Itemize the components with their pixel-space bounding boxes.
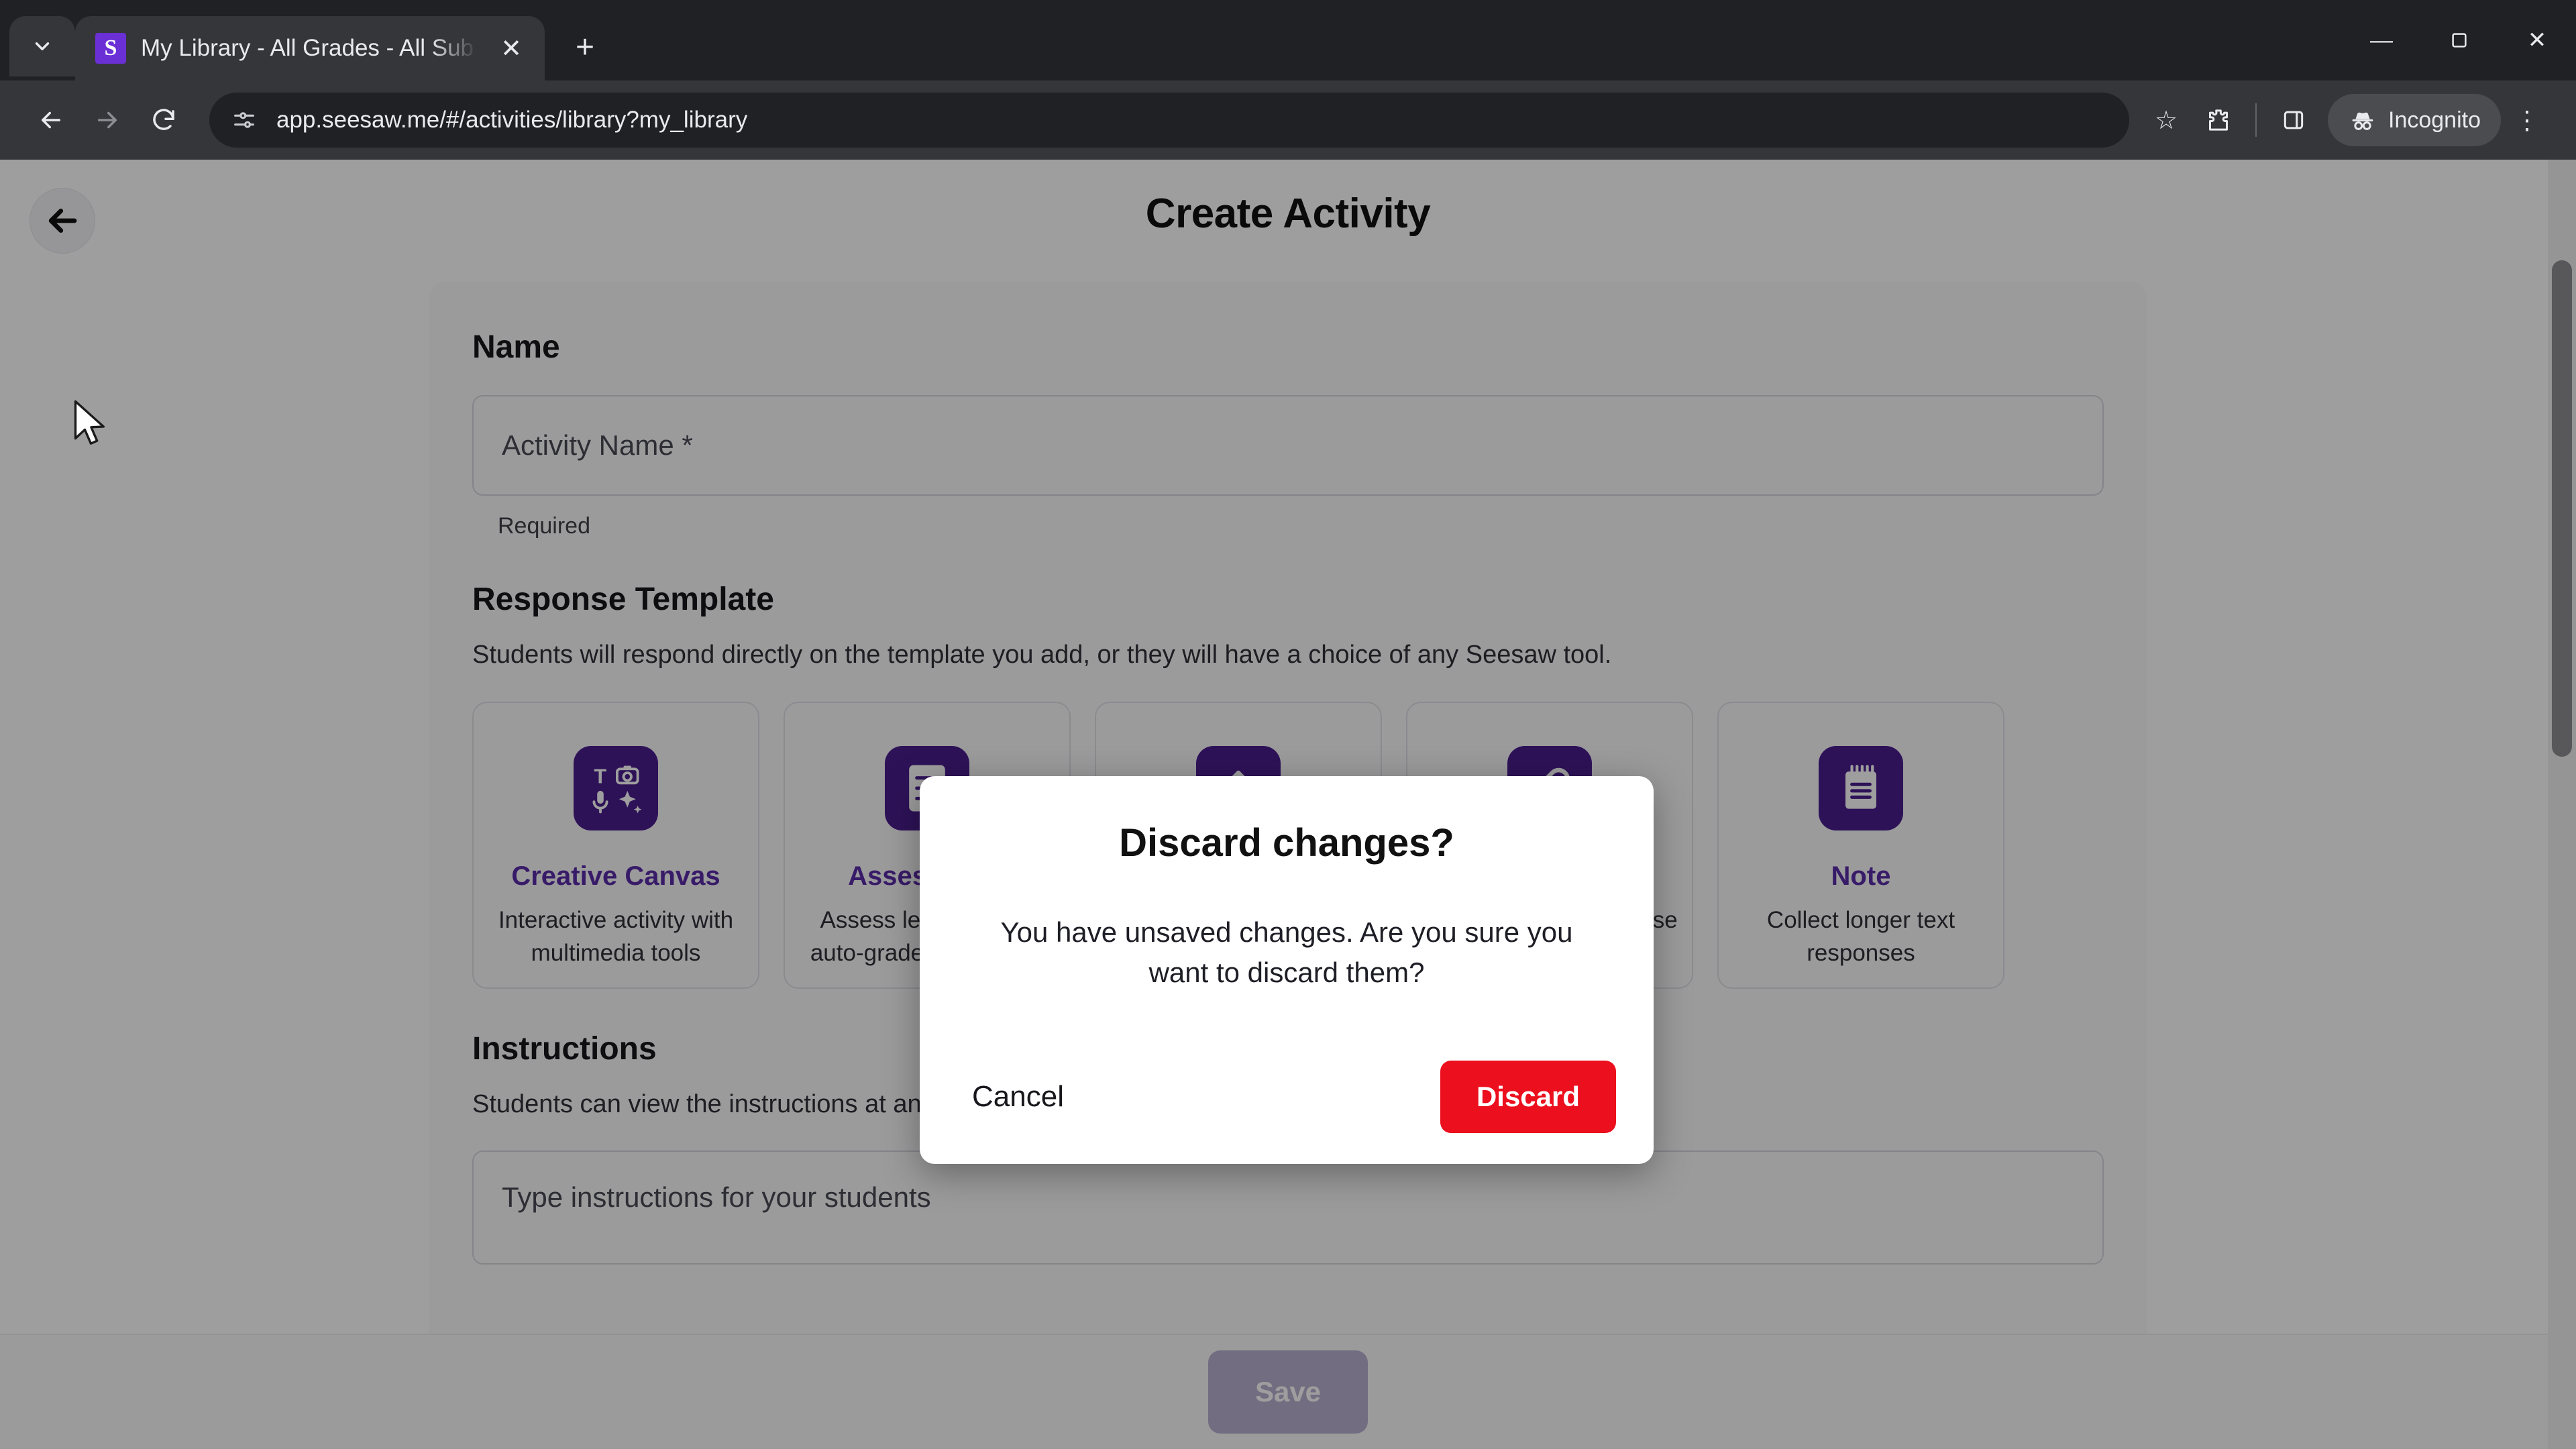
tab-strip: S My Library - All Grades - All Sub ✕ + … — [0, 0, 2576, 80]
browser-menu-icon[interactable]: ⋮ — [2501, 94, 2553, 146]
arrow-left-icon — [42, 111, 60, 129]
incognito-hat-icon — [2352, 112, 2373, 130]
forward-button[interactable] — [79, 92, 136, 148]
dialog-title: Discard changes? — [1119, 821, 1454, 865]
close-tab-icon[interactable]: ✕ — [492, 30, 530, 67]
maximize-button[interactable] — [2420, 0, 2498, 80]
reload-button[interactable] — [136, 92, 192, 148]
tab-search-button[interactable] — [9, 16, 75, 76]
close-window-button[interactable]: ✕ — [2498, 0, 2576, 80]
side-panel-icon[interactable] — [2267, 94, 2320, 146]
maximize-icon — [2452, 33, 2467, 48]
reload-icon — [153, 109, 174, 130]
browser-tab[interactable]: S My Library - All Grades - All Sub ✕ — [75, 16, 545, 80]
browser-toolbar: app.seesaw.me/#/activities/library?my_li… — [0, 80, 2576, 160]
mouse-cursor — [74, 400, 105, 445]
tab-title: My Library - All Grades - All Sub — [141, 35, 474, 61]
url-text: app.seesaw.me/#/activities/library?my_li… — [276, 107, 748, 133]
address-bar[interactable]: app.seesaw.me/#/activities/library?my_li… — [209, 93, 2129, 148]
dialog-message: You have unsaved changes. Are you sure y… — [1000, 916, 1573, 988]
page-viewport: Create Activity Name Activity Name * Req… — [0, 160, 2576, 1449]
chevron-down-icon — [35, 42, 50, 50]
discard-button[interactable]: Discard — [1440, 1061, 1616, 1133]
seesaw-favicon: S — [95, 33, 126, 64]
back-button[interactable] — [23, 92, 79, 148]
window-controls: — ✕ — [2343, 0, 2576, 80]
browser-window: S My Library - All Grades - All Sub ✕ + … — [0, 0, 2576, 1449]
dialog-actions: Cancel Discard — [957, 1061, 1616, 1133]
cancel-button[interactable]: Cancel — [957, 1072, 1079, 1122]
discard-changes-dialog: Discard changes? You have unsaved change… — [920, 776, 1654, 1164]
site-settings-icon[interactable] — [229, 105, 259, 135]
incognito-label: Incognito — [2388, 107, 2481, 133]
minimize-button[interactable]: — — [2343, 0, 2420, 80]
incognito-indicator[interactable]: Incognito — [2328, 94, 2501, 146]
new-tab-button[interactable]: + — [559, 21, 610, 72]
extensions-puzzle-icon[interactable] — [2192, 94, 2245, 146]
toolbar-divider — [2255, 103, 2257, 137]
bookmark-star-icon[interactable]: ☆ — [2140, 94, 2192, 146]
arrow-right-icon — [98, 111, 117, 129]
